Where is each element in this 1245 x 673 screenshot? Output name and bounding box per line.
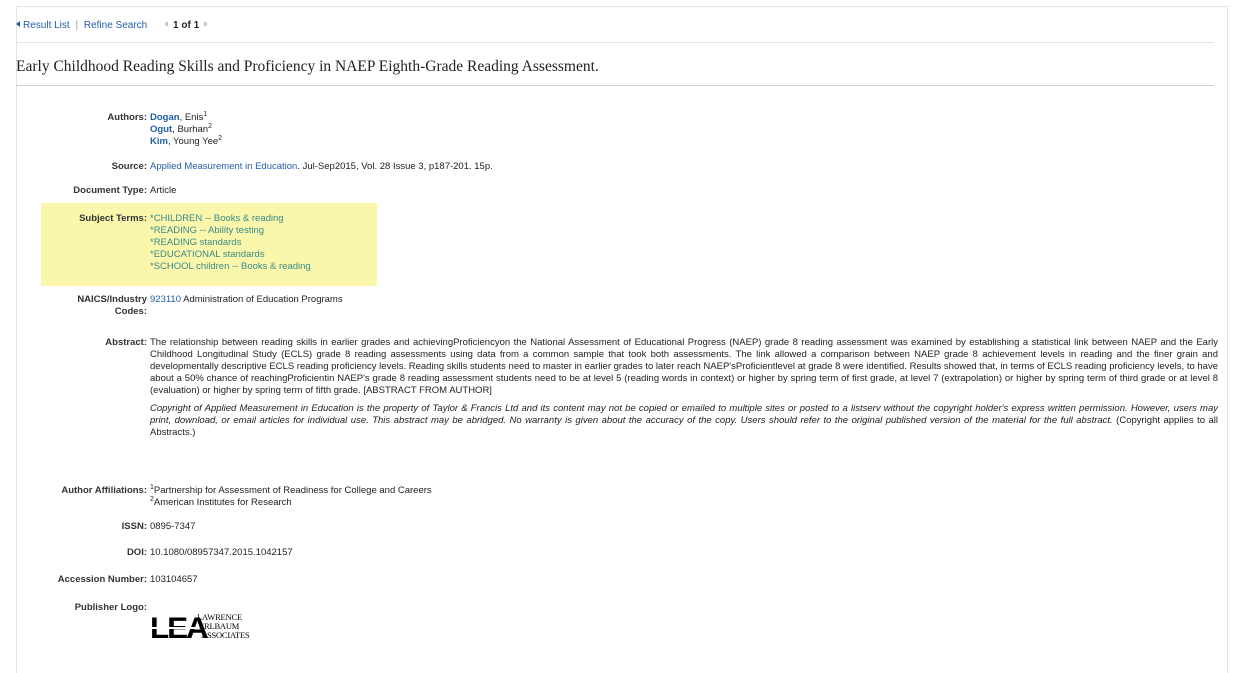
- doi-value: 10.1080/08957347.2015.1042157: [150, 547, 293, 558]
- affiliation-item: 1Partnership for Assessment of Readiness…: [150, 484, 432, 496]
- naics-code-link[interactable]: 923110: [150, 294, 181, 305]
- result-list-link[interactable]: Result List: [23, 20, 70, 31]
- issn-value: 0895-7347: [150, 521, 196, 532]
- subject-term-link[interactable]: *READING -- Ability testing: [150, 225, 264, 236]
- subject-term-link[interactable]: *EDUCATIONAL standards: [150, 249, 265, 260]
- refine-search-link[interactable]: Refine Search: [84, 20, 147, 31]
- author-link[interactable]: Ogut: [150, 124, 172, 135]
- journal-link[interactable]: Applied Measurement in Education: [150, 161, 297, 172]
- source-label: Source:: [111, 161, 147, 172]
- affiliations-list: 1Partnership for Assessment of Readiness…: [150, 484, 1218, 509]
- copyright-notice: Copyright of Applied Measurement in Educ…: [150, 403, 1218, 438]
- publisher-logo-label: Publisher Logo:: [74, 602, 147, 613]
- abstract-label: Abstract:: [105, 337, 147, 348]
- nav-separator: |: [75, 20, 79, 31]
- pager: 1 of 1: [164, 20, 209, 31]
- accession-value: 103104657: [150, 574, 198, 585]
- source-value: Applied Measurement in Education. Jul-Se…: [150, 161, 493, 172]
- author-item: Kim, Young Yee2: [150, 135, 223, 147]
- authors-list: Dogan, Enis1 Ogut, Burhan2 Kim, Young Ye…: [150, 111, 1218, 148]
- back-arrow-icon: [16, 21, 20, 27]
- author-item: Ogut, Burhan2: [150, 123, 212, 135]
- logo-stripe: [150, 627, 196, 629]
- record-title: Early Childhood Reading Skills and Profi…: [16, 58, 1214, 86]
- abstract-text: The relationship between reading skills …: [150, 337, 1218, 396]
- affiliations-label: Author Affiliations:: [61, 485, 147, 496]
- next-record-icon[interactable]: [204, 21, 209, 27]
- doi-label: DOI:: [126, 547, 147, 558]
- publisher-logo: LEA LAWRENCE ERLBAUM ASSOCIATES: [150, 611, 270, 651]
- author-item: Dogan, Enis1: [150, 111, 208, 123]
- subject-terms-list: *CHILDREN -- Books & reading *READING --…: [150, 213, 1218, 273]
- top-navigation: Result List | Refine Search 1 of 1: [16, 20, 1214, 43]
- author-link[interactable]: Kim: [150, 136, 168, 147]
- abstract-block: The relationship between reading skills …: [150, 337, 1218, 439]
- naics-value: 923110 Administration of Education Progr…: [150, 294, 343, 305]
- subject-term-link[interactable]: *READING standards: [150, 237, 241, 248]
- subject-terms-label: Subject Terms:: [79, 213, 147, 224]
- pager-count: 1 of 1: [173, 20, 200, 31]
- subject-term-link[interactable]: *CHILDREN -- Books & reading: [150, 213, 284, 224]
- accession-label: Accession Number:: [57, 574, 147, 585]
- affiliation-item: 2American Institutes for Research: [150, 496, 292, 508]
- publisher-logo-words: LAWRENCE ERLBAUM ASSOCIATES: [197, 612, 250, 640]
- authors-label: Authors:: [107, 112, 147, 123]
- previous-record-icon[interactable]: [164, 21, 169, 27]
- issn-label: ISSN:: [121, 521, 147, 532]
- document-type-label: Document Type:: [73, 185, 147, 196]
- author-link[interactable]: Dogan: [150, 112, 180, 123]
- document-type-value: Article: [150, 185, 177, 196]
- subject-term-link[interactable]: *SCHOOL children -- Books & reading: [150, 261, 311, 272]
- naics-label: NAICS/Industry Codes:: [77, 294, 147, 317]
